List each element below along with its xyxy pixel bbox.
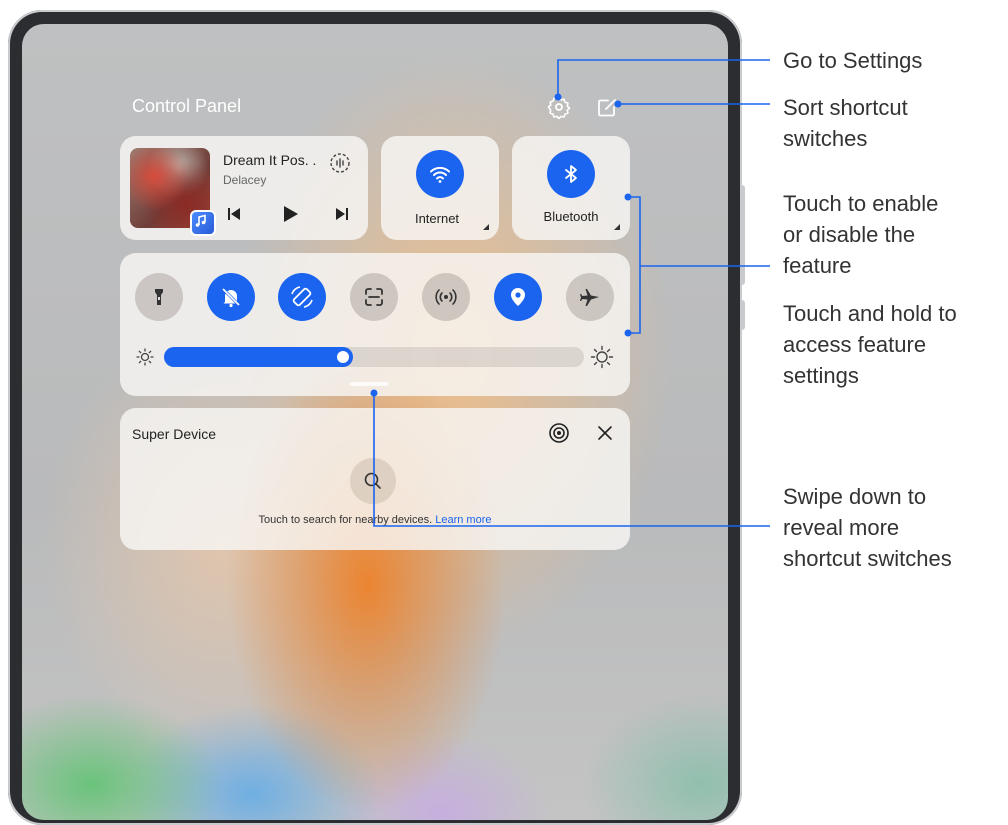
note-enable: Touch to enable or disable the feature: [783, 191, 939, 278]
note-swipe: Swipe down to reveal more shortcut switche…: [783, 484, 952, 571]
note-sort: Sort shortcut switches: [783, 95, 908, 151]
note-hold: Touch and hold to access feature settings: [783, 301, 957, 388]
note-settings: Go to Settings: [783, 48, 923, 73]
